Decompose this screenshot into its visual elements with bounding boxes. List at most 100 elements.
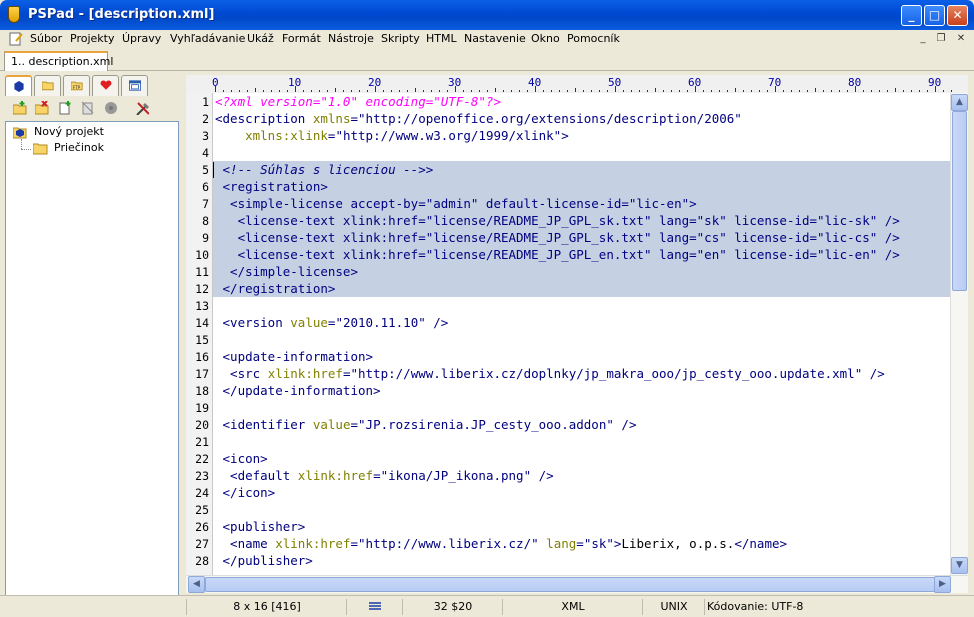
ruler-tick (255, 88, 256, 92)
folder-icon (42, 81, 54, 91)
ruler-tick (503, 90, 504, 92)
ruler-tick (583, 90, 584, 92)
add-file-icon[interactable] (58, 101, 72, 115)
status-syntax[interactable]: XML (502, 599, 643, 615)
tab-description-xml[interactable]: 1.. description.xml (4, 51, 113, 71)
menu-okno[interactable]: Okno (531, 32, 560, 45)
ruler-tick (335, 88, 336, 92)
ruler-tick (375, 86, 376, 92)
code-line-10: <license-text xlink:href="license/README… (215, 247, 900, 262)
code-line-27: <name xlink:href="http://www.liberix.cz/… (215, 536, 788, 551)
add-project-icon[interactable] (13, 101, 27, 115)
ruler-tick (943, 90, 944, 92)
status-encoding[interactable]: Kódovanie: UTF-8 (704, 599, 971, 615)
ruler-tick (607, 90, 608, 92)
text-cursor (213, 162, 214, 178)
ruler-tick (447, 90, 448, 92)
menu-ukaz[interactable]: Ukáž (247, 32, 274, 45)
ruler-tick (263, 90, 264, 92)
line-number: 23 (195, 469, 209, 483)
tab-ftp[interactable]: FTP (63, 75, 90, 96)
tree-item-folder[interactable]: Priečinok (54, 141, 104, 154)
ruler-tick (823, 90, 824, 92)
ruler-tick (631, 90, 632, 92)
status-line-ending[interactable]: UNIX (642, 599, 705, 615)
tab-window-list[interactable] (121, 75, 148, 96)
line-number: 18 (195, 384, 209, 398)
ruler-tick (791, 90, 792, 92)
ruler-tick (783, 90, 784, 92)
ruler-tick (383, 90, 384, 92)
doc-minimize-icon[interactable]: _ (915, 32, 931, 46)
menu-projekty[interactable]: Projekty (70, 32, 114, 45)
menu-html[interactable]: HTML (426, 32, 457, 45)
ruler-tick (343, 90, 344, 92)
window-title: PSPad - [description.xml] (28, 7, 215, 22)
status-wrap-icon[interactable] (346, 599, 403, 615)
line-number: 20 (195, 418, 209, 432)
menu-pomocnik[interactable]: Pomocník (567, 32, 620, 45)
document-tab-strip (0, 49, 974, 71)
line-number: 1 (202, 95, 209, 109)
line-number: 21 (195, 435, 209, 449)
ruler-tick (567, 90, 568, 92)
status-char-code: 32 $20 (402, 599, 503, 615)
close-button[interactable]: ✕ (947, 5, 968, 26)
remove-project-icon[interactable] (35, 101, 49, 115)
status-bar: 8 x 16 [416] 32 $20 XML UNIX Kódovanie: … (0, 595, 974, 617)
ruler-tick (807, 90, 808, 92)
project-tree[interactable]: Nový projekt Priečinok (5, 121, 179, 609)
tools-icon[interactable] (135, 101, 149, 115)
scroll-left-arrow-icon[interactable]: ◀ (188, 576, 205, 593)
line-number: 25 (195, 503, 209, 517)
menu-nastavenie[interactable]: Nastavenie (464, 32, 526, 45)
ruler-tick (895, 88, 896, 92)
ruler-tick (919, 90, 920, 92)
ruler-tick (311, 90, 312, 92)
ruler-tick (551, 90, 552, 92)
project-node-icon (13, 127, 27, 139)
menu-nastroje[interactable]: Nástroje (328, 32, 374, 45)
code-editor[interactable]: <?xml version="1.0" encoding="UTF-8"?> <… (213, 93, 950, 575)
pspad-app-icon[interactable] (8, 6, 20, 23)
doc-close-icon[interactable]: ✕ (953, 32, 969, 46)
menu-skripty[interactable]: Skripty (381, 32, 420, 45)
ruler-tick (647, 90, 648, 92)
vertical-scroll-thumb[interactable] (952, 111, 967, 291)
scroll-right-arrow-icon[interactable]: ▶ (934, 576, 951, 593)
document-menu-icon[interactable] (9, 32, 23, 46)
ruler-tick (935, 86, 936, 92)
ruler-tick (927, 90, 928, 92)
menu-format[interactable]: Formát (282, 32, 321, 45)
menu-subor[interactable]: Súbor (30, 32, 62, 45)
scroll-down-arrow-icon[interactable]: ▼ (951, 557, 968, 574)
scroll-up-arrow-icon[interactable]: ▲ (951, 94, 968, 111)
ruler-tick (511, 90, 512, 92)
menu-vyhladavanie[interactable]: Vyhľadávanie (170, 32, 245, 45)
maximize-button[interactable]: □ (924, 5, 945, 26)
menu-upravy[interactable]: Úpravy (122, 32, 161, 45)
tab-explorer[interactable] (34, 75, 61, 96)
code-line-8: <license-text xlink:href="license/README… (215, 213, 900, 228)
delete-file-icon[interactable] (81, 101, 95, 115)
menu-bar: Súbor Projekty Úpravy Vyhľadávanie Ukáž … (0, 30, 974, 49)
properties-icon[interactable] (104, 101, 118, 115)
doc-restore-icon[interactable]: ❐ (933, 32, 949, 46)
tree-item-project[interactable]: Nový projekt (34, 125, 104, 138)
ruler-tick (591, 90, 592, 92)
ruler-tick (543, 90, 544, 92)
ruler-tick (703, 90, 704, 92)
ruler-tick (815, 88, 816, 92)
minimize-button[interactable]: _ (901, 5, 922, 26)
code-line-7: <simple-license accept-by="admin" defaul… (215, 196, 697, 211)
tab-favorites[interactable] (92, 75, 119, 96)
code-line-22: <icon> (215, 451, 268, 466)
code-line-28: </publisher> (215, 553, 313, 568)
horizontal-scroll-thumb[interactable] (205, 577, 938, 592)
line-number: 3 (202, 129, 209, 143)
ruler-tick (847, 90, 848, 92)
code-line-24: </icon> (215, 485, 276, 500)
tab-project[interactable] (5, 75, 32, 96)
code-line-23: <default xlink:href="ikona/JP_ikona.png"… (215, 468, 554, 483)
ruler-tick (247, 90, 248, 92)
